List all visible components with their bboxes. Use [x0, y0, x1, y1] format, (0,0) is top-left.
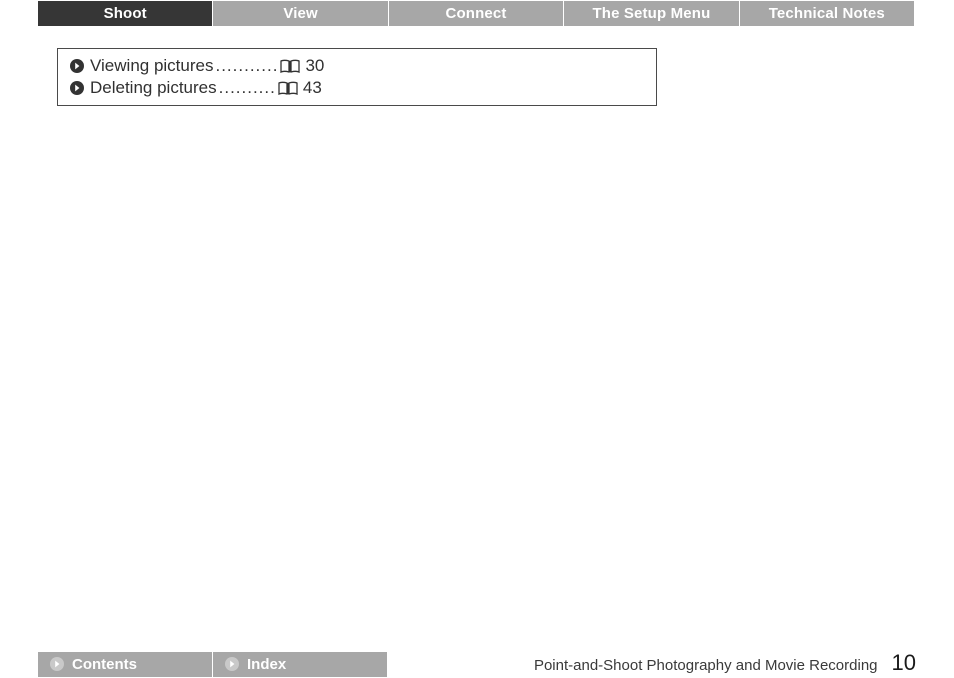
tab-label: The Setup Menu [592, 5, 710, 22]
toc-link-viewing-pictures[interactable]: Viewing pictures ........... 30 [70, 55, 644, 77]
footer-buttons: Contents Index [38, 652, 388, 677]
arrow-circle-icon [50, 657, 64, 671]
toc-dots: ........... [213, 56, 280, 76]
arrow-circle-icon [70, 81, 84, 95]
tab-connect[interactable]: Connect [389, 1, 564, 26]
toc-title: Viewing pictures [90, 56, 213, 76]
tab-setup-menu[interactable]: The Setup Menu [564, 1, 739, 26]
book-icon [278, 80, 298, 96]
section-title: Point-and-Shoot Photography and Movie Re… [534, 657, 878, 674]
tab-label: Technical Notes [769, 5, 885, 22]
tab-technical-notes[interactable]: Technical Notes [740, 1, 914, 26]
toc-page: 30 [305, 56, 324, 76]
tab-shoot[interactable]: Shoot [38, 1, 213, 26]
contents-label: Contents [72, 656, 137, 673]
arrow-circle-icon [70, 59, 84, 73]
toc-link-deleting-pictures[interactable]: Deleting pictures .......... 43 [70, 77, 644, 99]
toc-dots: .......... [217, 78, 278, 98]
arrow-circle-icon [225, 657, 239, 671]
tab-label: Connect [445, 5, 506, 22]
tab-view[interactable]: View [213, 1, 388, 26]
toc-page: 43 [303, 78, 322, 98]
book-icon [280, 58, 300, 74]
page-number: 10 [892, 650, 916, 676]
contents-button[interactable]: Contents [38, 652, 212, 677]
toc-title: Deleting pictures [90, 78, 217, 98]
index-label: Index [247, 656, 286, 673]
index-button[interactable]: Index [213, 652, 387, 677]
footer: Contents Index Point-and-Shoot Photograp… [38, 651, 916, 677]
tab-label: Shoot [104, 5, 147, 22]
tab-label: View [283, 5, 318, 22]
footer-right: Point-and-Shoot Photography and Movie Re… [534, 650, 916, 678]
top-tabs: Shoot View Connect The Setup Menu Techni… [38, 1, 914, 26]
toc-box: Viewing pictures ........... 30 Deleting… [57, 48, 657, 106]
